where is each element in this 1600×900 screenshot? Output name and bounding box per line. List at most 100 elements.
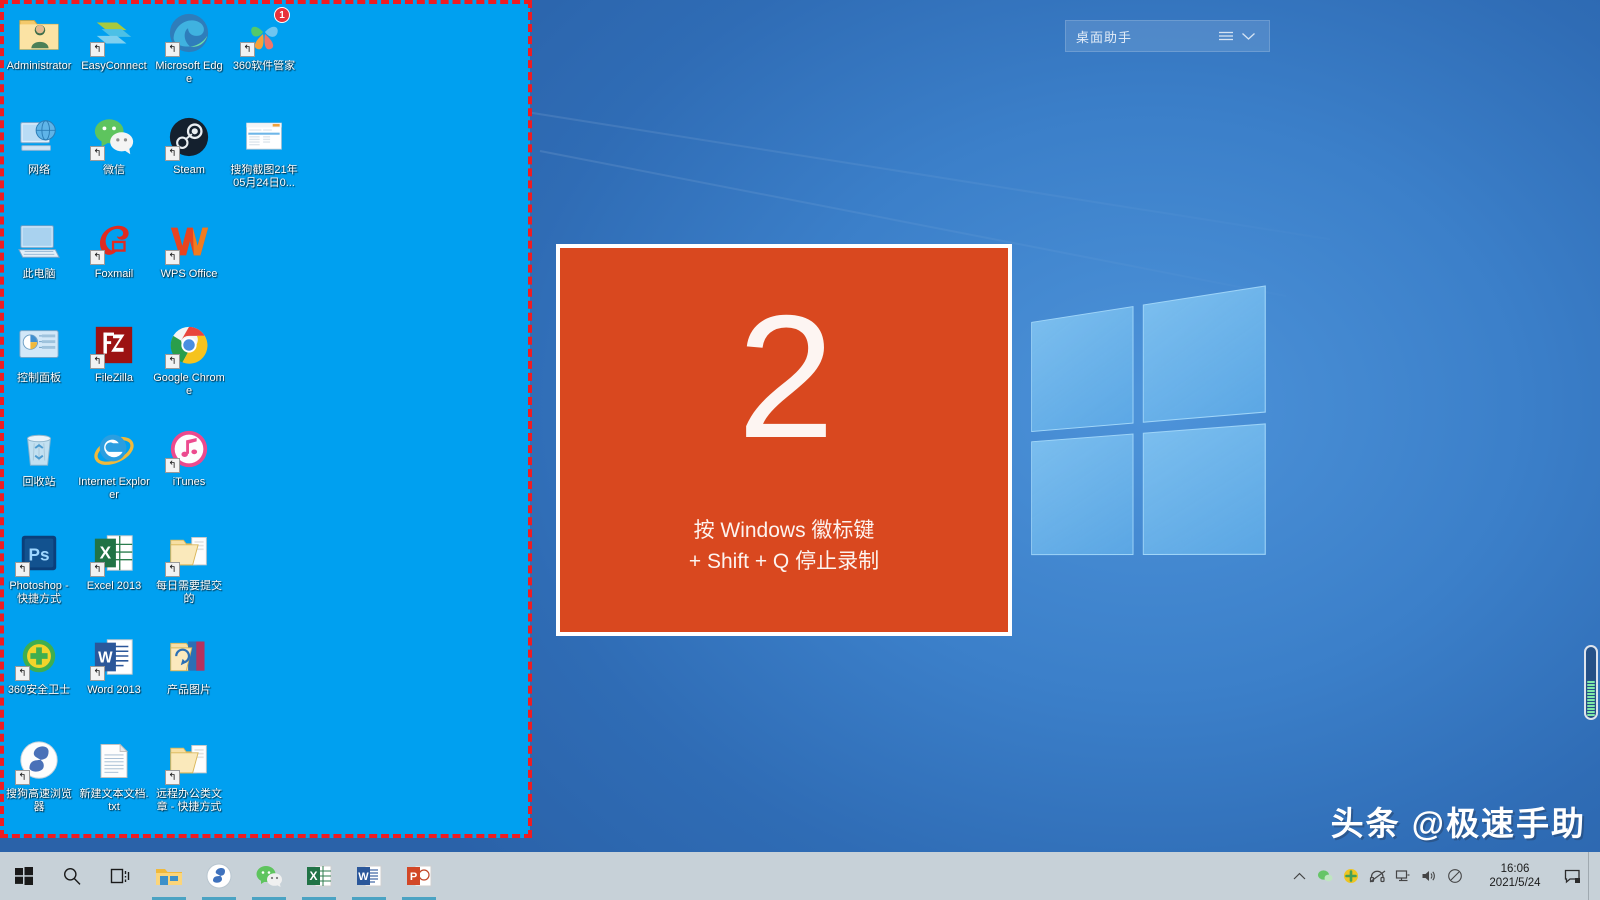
- desktop-icon-label: Steam: [153, 164, 225, 177]
- mute-mic-icon[interactable]: [1442, 852, 1468, 900]
- headset-muted-icon[interactable]: [1364, 852, 1390, 900]
- desktop-icon[interactable]: 搜狗截图21年05月24日0...: [227, 108, 301, 212]
- desktop-icon-region: Administrator ↰ EasyConnect ↰ Microsoft Ed…: [0, 0, 530, 838]
- taskbar: X W P 16:06 2021/5/24: [0, 852, 1600, 900]
- sogou-browser-icon: ↰: [16, 738, 62, 784]
- desktop-icon-label: Photoshop - 快捷方式: [3, 580, 75, 605]
- shortcut-arrow-icon: ↰: [90, 562, 105, 577]
- countdown-number: 2: [737, 290, 830, 465]
- desktop-icon-label: 搜狗截图21年05月24日0...: [228, 164, 300, 189]
- desktop-icon[interactable]: ↰ 微信: [77, 108, 151, 212]
- svg-text:P: P: [410, 871, 417, 883]
- desktop-icon-label: 此电脑: [3, 268, 75, 281]
- desktop-icon-label: 产品图片: [153, 684, 225, 697]
- desktop-icon[interactable]: ↰ 360安全卫士: [2, 628, 76, 732]
- desktop-icon[interactable]: 此电脑: [2, 212, 76, 316]
- taskbar-clock[interactable]: 16:06 2021/5/24: [1474, 852, 1556, 900]
- wps-office-icon: ↰: [166, 218, 212, 264]
- internet-explorer-icon: [91, 426, 137, 472]
- taskbar-app-file-explorer[interactable]: [144, 852, 194, 900]
- desktop-icon[interactable]: ↰ 1 360软件管家: [227, 4, 301, 108]
- desktop-icon[interactable]: ↰ Foxmail: [77, 212, 151, 316]
- desktop-icon[interactable]: ↰ 每日需要提交的: [152, 524, 226, 628]
- desktop-icon[interactable]: W ↰ Word 2013: [77, 628, 151, 732]
- svg-text:W: W: [358, 871, 369, 883]
- taskbar-app-powerpoint[interactable]: P: [394, 852, 444, 900]
- desktop-icon-label: 控制面板: [3, 372, 75, 385]
- desktop-icon[interactable]: ↰ Microsoft Edge: [152, 4, 226, 108]
- 360-shield-tray-icon[interactable]: [1338, 852, 1364, 900]
- show-desktop-button[interactable]: [1588, 852, 1596, 900]
- desktop-icon[interactable]: 回收站: [2, 420, 76, 524]
- taskbar-app-wechat[interactable]: [244, 852, 294, 900]
- desktop-icon-label: 远程办公类文章 - 快捷方式: [153, 788, 225, 813]
- shortcut-arrow-icon: ↰: [90, 250, 105, 265]
- desktop-icon-label: Google Chrome: [153, 372, 225, 397]
- chrome-icon: ↰: [166, 322, 212, 368]
- shortcut-arrow-icon: ↰: [165, 146, 180, 161]
- edge-icon: ↰: [166, 10, 212, 56]
- taskbar-app-excel[interactable]: X: [294, 852, 344, 900]
- desktop-icon[interactable]: ↰ EasyConnect: [77, 4, 151, 108]
- photoshop-icon: Ps ↰: [16, 530, 62, 576]
- desktop-icon-label: 360安全卫士: [3, 684, 75, 697]
- svg-text:Ps: Ps: [28, 545, 49, 565]
- desktop-icon[interactable]: Administrator: [2, 4, 76, 108]
- desktop-icon-label: 360软件管家: [228, 60, 300, 73]
- desktop-icon[interactable]: Internet Explorer: [77, 420, 151, 524]
- desktop-icon-label: 搜狗高速浏览器: [3, 788, 75, 813]
- show-hidden-icons-icon[interactable]: [1286, 852, 1312, 900]
- taskbar-app-word[interactable]: W: [344, 852, 394, 900]
- desktop-icon[interactable]: X ↰ Excel 2013: [77, 524, 151, 628]
- desktop-icon[interactable]: ↰ FileZilla: [77, 316, 151, 420]
- recording-countdown-overlay: 2 按 Windows 徽标键 + Shift + Q 停止录制: [556, 244, 1012, 636]
- desktop-icon-empty-slot: [227, 524, 301, 628]
- search-icon[interactable]: [48, 852, 96, 900]
- shortcut-arrow-icon: ↰: [15, 666, 30, 681]
- this-pc-icon: [16, 218, 62, 264]
- desktop-icon-label: 新建文本文档.txt: [78, 788, 150, 813]
- volume-icon[interactable]: [1416, 852, 1442, 900]
- svg-text:W: W: [98, 650, 113, 667]
- foxmail-icon: ↰: [91, 218, 137, 264]
- desktop-icon[interactable]: 产品图片: [152, 628, 226, 732]
- edge-level-meter[interactable]: [1584, 645, 1598, 720]
- desktop-icon[interactable]: ↰ 搜狗高速浏览器: [2, 732, 76, 836]
- desktop-icon-label: Excel 2013: [78, 580, 150, 593]
- desktop-icon[interactable]: 控制面板: [2, 316, 76, 420]
- shortcut-arrow-icon: ↰: [15, 562, 30, 577]
- text-file-icon: [91, 738, 137, 784]
- filezilla-icon: ↰: [91, 322, 137, 368]
- desktop-icon[interactable]: 新建文本文档.txt: [77, 732, 151, 836]
- desktop-icon[interactable]: ↰ iTunes: [152, 420, 226, 524]
- desktop-icon[interactable]: 网络: [2, 108, 76, 212]
- shortcut-arrow-icon: ↰: [90, 666, 105, 681]
- shortcut-arrow-icon: ↰: [165, 42, 180, 57]
- desktop-icon-empty-slot: [227, 420, 301, 524]
- word-icon: W ↰: [91, 634, 137, 680]
- taskbar-app-sogou-browser[interactable]: [194, 852, 244, 900]
- 360-safe-icon: ↰: [16, 634, 62, 680]
- action-center-icon[interactable]: [1556, 852, 1588, 900]
- clock-date: 2021/5/24: [1489, 876, 1540, 890]
- desktop-icon[interactable]: ↰ 远程办公类文章 - 快捷方式: [152, 732, 226, 836]
- chevron-down-icon[interactable]: [1237, 25, 1259, 47]
- task-view-icon[interactable]: [96, 852, 144, 900]
- desktop-icon[interactable]: ↰ WPS Office: [152, 212, 226, 316]
- desktop-icon-label: 微信: [78, 164, 150, 177]
- start-button[interactable]: [0, 852, 48, 900]
- network-icon[interactable]: [1390, 852, 1416, 900]
- screenshot-image-icon: [241, 114, 287, 160]
- desktop-icon[interactable]: ↰ Google Chrome: [152, 316, 226, 420]
- hamburger-menu-icon[interactable]: [1215, 25, 1237, 47]
- shortcut-arrow-icon: ↰: [165, 458, 180, 473]
- desktop-icon[interactable]: ↰ Steam: [152, 108, 226, 212]
- wechat-icon: ↰: [91, 114, 137, 160]
- desktop-icon[interactable]: Ps ↰ Photoshop - 快捷方式: [2, 524, 76, 628]
- wechat-tray-icon[interactable]: [1312, 852, 1338, 900]
- desktop-assistant-widget[interactable]: 桌面助手: [1065, 20, 1270, 52]
- desktop-icon-label: Word 2013: [78, 684, 150, 697]
- wallpaper-light-streak: [520, 110, 1330, 240]
- desktop-icon-label: 网络: [3, 164, 75, 177]
- system-tray: 16:06 2021/5/24: [1286, 852, 1600, 900]
